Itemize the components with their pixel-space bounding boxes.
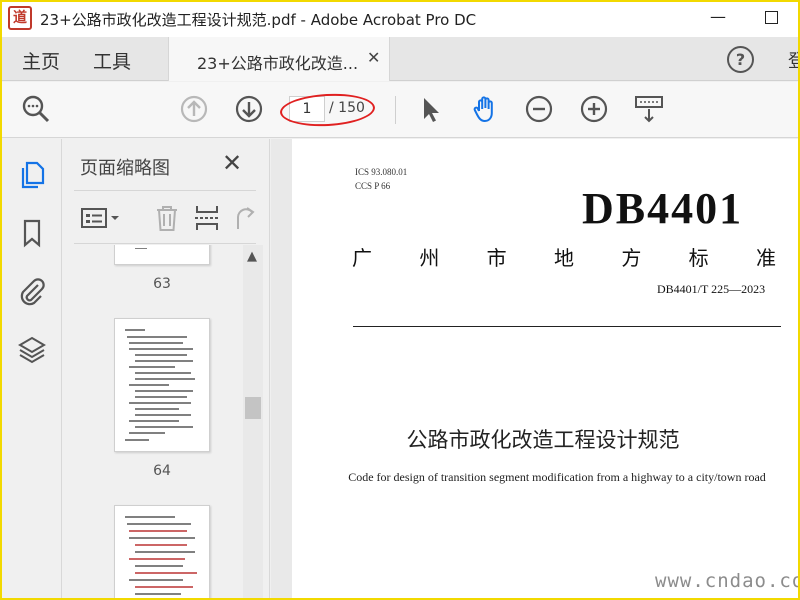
standard-number: DB4401/T 225—2023 bbox=[657, 282, 766, 296]
watermark-text: www.cndao.com bbox=[655, 570, 800, 592]
window-title: 23+公路市政化改造工程设计规范.pdf - Adobe Acrobat Pro… bbox=[40, 11, 477, 29]
help-icon[interactable]: ? bbox=[727, 46, 754, 73]
thumbnail-label: 63 bbox=[153, 276, 171, 292]
select-arrow-icon[interactable] bbox=[416, 94, 446, 124]
minimize-button[interactable]: — bbox=[708, 7, 728, 27]
panel-toolbar bbox=[74, 190, 256, 244]
tab-home[interactable]: 主页 bbox=[22, 47, 60, 74]
document-tab-label: 23+公路市政化改造... bbox=[197, 54, 359, 73]
delete-page-icon[interactable] bbox=[152, 203, 182, 233]
thumbnail-page-62[interactable] bbox=[114, 245, 210, 265]
document-title-en: Code for design of transition segment mo… bbox=[348, 470, 766, 484]
thumbnail-page-65[interactable] bbox=[114, 505, 210, 600]
app-logo-icon: 道 bbox=[8, 6, 32, 30]
page-up-icon[interactable] bbox=[179, 94, 209, 124]
standard-subtitle: 广 州 市 地 方 标 准 bbox=[352, 242, 776, 271]
scroll-up-icon[interactable]: ▲ bbox=[247, 249, 257, 264]
subtitle-char: 标 bbox=[688, 246, 709, 270]
thumbnail-list: 63 64 bbox=[62, 245, 242, 600]
tab-tools[interactable]: 工具 bbox=[93, 47, 131, 74]
ccs-code: CCS P 66 bbox=[355, 181, 391, 191]
subtitle-char: 准 bbox=[755, 246, 776, 270]
rotate-page-icon[interactable] bbox=[232, 203, 256, 233]
document-title-cn: 公路市政化改造工程设计规范 bbox=[406, 428, 680, 452]
page-down-icon[interactable] bbox=[234, 94, 264, 124]
navigation-rail bbox=[0, 139, 62, 600]
keyboard-marquee-icon[interactable] bbox=[634, 94, 664, 124]
document-page[interactable]: ICS 93.080.01 CCS P 66 DB4401 广 州 市 地 方 … bbox=[292, 139, 800, 600]
thumbnail-scrollbar[interactable]: ▲ bbox=[243, 245, 263, 600]
layers-icon[interactable] bbox=[16, 333, 48, 365]
zoom-icon[interactable] bbox=[21, 94, 51, 124]
thumbnail-label: 64 bbox=[153, 463, 171, 479]
subtitle-char: 地 bbox=[553, 246, 574, 270]
subtitle-char: 广 bbox=[352, 246, 372, 270]
tab-document[interactable]: 23+公路市政化改造... ✕ bbox=[168, 37, 390, 81]
ics-code: ICS 93.080.01 bbox=[355, 167, 408, 177]
header-divider bbox=[353, 326, 781, 327]
insert-page-icon[interactable] bbox=[192, 203, 222, 233]
subtitle-char: 市 bbox=[486, 246, 507, 270]
close-tab-icon[interactable]: ✕ bbox=[367, 48, 380, 67]
page-thumbnails-panel: 页面缩略图 ✕ 63 64 ▲ bbox=[62, 139, 270, 600]
main-toolbar: 1 / 150 bbox=[0, 82, 800, 138]
title-bar: 道 23+公路市政化改造工程设计规范.pdf - Adobe Acrobat P… bbox=[0, 0, 800, 37]
subtitle-char: 方 bbox=[621, 246, 642, 270]
sign-in-button[interactable]: 登 bbox=[788, 47, 800, 73]
thumbnail-options-icon[interactable] bbox=[80, 203, 124, 233]
maximize-button[interactable] bbox=[765, 11, 778, 24]
close-panel-icon[interactable]: ✕ bbox=[222, 149, 242, 177]
attachment-icon[interactable] bbox=[16, 275, 48, 307]
scrollbar-thumb[interactable] bbox=[245, 397, 261, 419]
hand-tool-icon[interactable] bbox=[470, 94, 500, 124]
thumbnail-page-64[interactable] bbox=[114, 318, 210, 452]
zoom-in-icon[interactable] bbox=[579, 94, 609, 124]
bookmark-icon[interactable] bbox=[16, 217, 48, 249]
subtitle-char: 州 bbox=[419, 246, 440, 270]
zoom-out-icon[interactable] bbox=[524, 94, 554, 124]
tab-bar: 主页 工具 23+公路市政化改造... ✕ bbox=[0, 37, 800, 81]
standard-code: DB4401 bbox=[582, 184, 744, 233]
toolbar-divider bbox=[395, 96, 396, 124]
panel-title: 页面缩略图 bbox=[80, 158, 170, 179]
page-thumbnails-icon[interactable] bbox=[16, 159, 48, 191]
